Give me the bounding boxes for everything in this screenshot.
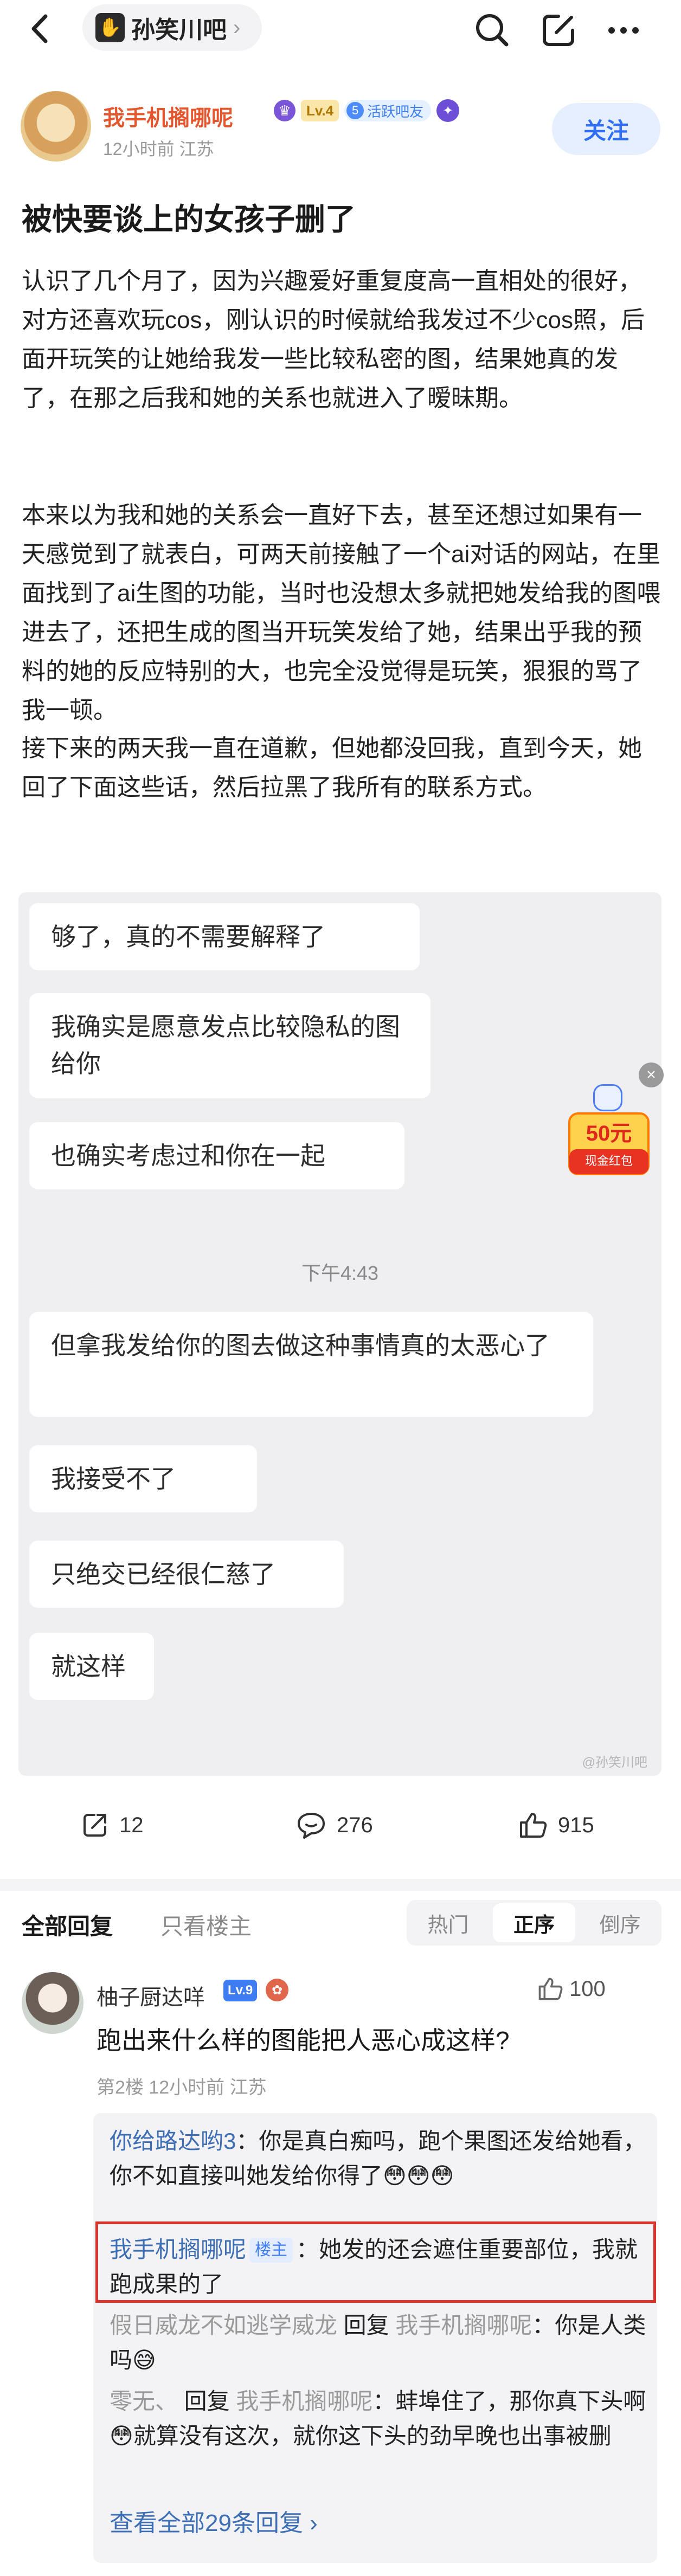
sort-order[interactable]: 正序	[492, 1903, 576, 1942]
red-packet-label: 现金红包	[584, 1154, 633, 1168]
tab-all-replies[interactable]: 全部回复	[22, 1908, 113, 1941]
sort-switcher: 热门 正序 倒序	[407, 1900, 661, 1946]
more-icon	[608, 27, 639, 34]
commenter-name[interactable]: 柚子厨达咩	[97, 1980, 205, 2011]
more-button[interactable]	[602, 9, 645, 52]
share-button[interactable]: 12	[80, 1811, 144, 1840]
reply-username[interactable]: 零无、	[110, 2388, 178, 2414]
thumbs-up-icon	[538, 1978, 563, 2000]
share-count: 12	[119, 1813, 144, 1837]
crown-badge-icon: ♛	[274, 100, 295, 121]
highlight-box	[95, 2221, 656, 2303]
search-button[interactable]	[471, 9, 514, 52]
red-packet-amount: 50元	[586, 1122, 632, 1145]
sort-reverse[interactable]: 倒序	[579, 1900, 661, 1946]
forum-logo-icon: ✋	[95, 13, 125, 42]
comment-icon	[298, 1813, 325, 1839]
sort-hot[interactable]: 热门	[407, 1900, 490, 1946]
chat-bubble: 我确实是愿意发点比较隐私的图给你	[29, 993, 431, 1098]
reply-username[interactable]: 假日威龙不如逃学威龙	[110, 2313, 337, 2338]
share-icon	[83, 1814, 106, 1837]
robot-mascot-icon	[593, 1084, 622, 1111]
back-button[interactable]	[22, 10, 60, 48]
reply-item[interactable]: 零无、 回复 我手机搁哪呢：蚌埠住了，那你真下头啊😳就算没有这次，就你这下头的劲…	[110, 2384, 646, 2453]
edit-icon	[543, 15, 574, 46]
thumbs-up-icon	[520, 1813, 547, 1838]
comment-meta: 第2楼 12小时前 江苏	[97, 2077, 267, 2098]
chat-bubble: 但拿我发给你的图去做这种事情真的太恶心了	[29, 1312, 593, 1417]
author-name[interactable]: 我手机搁哪呢	[103, 100, 233, 132]
like-count: 915	[558, 1813, 594, 1837]
forum-entry[interactable]: ✋ 孙笑川吧 ›	[82, 4, 262, 51]
post-meta: 12小时前 江苏	[103, 139, 214, 159]
watermark-text: @孙笑川吧	[582, 1755, 647, 1770]
active-badge-text: 活跃吧友	[367, 103, 424, 120]
reply-item[interactable]: 你给路达哟3：你是真白痴吗，跑个果图还发给她看，你不如直接叫她发给你得了😳😳😳	[110, 2124, 646, 2193]
chat-timestamp: 下午4:43	[301, 1262, 379, 1284]
post-title: 被快要谈上的女孩子删了	[22, 202, 356, 236]
comment-count: 276	[337, 1813, 373, 1837]
author-badges: ♛ Lv.4 5 活跃吧友 ✦	[274, 99, 460, 122]
forum-name: 孙笑川吧	[131, 17, 227, 43]
active-member-badge: 5 活跃吧友	[344, 100, 432, 121]
chat-screenshot-image[interactable]: 够了，真的不需要解释了 我确实是愿意发点比较隐私的图给你 也确实考虑过和你在一起…	[18, 892, 661, 1776]
chat-bubble: 我接受不了	[29, 1445, 257, 1512]
level-badge: Lv.4	[301, 100, 339, 121]
chat-bubble: 就这样	[29, 1633, 154, 1700]
edit-button[interactable]	[537, 9, 580, 52]
chevron-right-icon: ›	[233, 15, 241, 40]
comment-text: 跑出来什么样的图能把人恶心成这样?	[97, 2026, 510, 2055]
replies-box: 你给路达哟3：你是真白痴吗，跑个果图还发给她看，你不如直接叫她发给你得了😳😳😳 …	[93, 2113, 657, 2563]
reply-word: 回复	[337, 2313, 396, 2338]
search-icon	[476, 14, 509, 47]
comment-like-count: 100	[569, 1976, 606, 2001]
post-paragraph: 接下来的两天我一直在道歉，但她都没回我，直到今天，她回了下面这些话，然后拉黑了我…	[22, 735, 642, 801]
active-level-number: 5	[346, 102, 364, 119]
chevron-left-icon	[31, 14, 48, 43]
comment-button[interactable]: 276	[295, 1811, 373, 1840]
section-divider	[0, 1879, 681, 1891]
post-paragraph: 认识了几个月了，因为兴趣爱好重复度高一直相处的很好，对方还喜欢玩cos，刚认识的…	[22, 268, 645, 411]
reply-word: 回复	[178, 2388, 236, 2414]
like-button[interactable]: 915	[518, 1811, 594, 1840]
commenter-level-badge: Lv.9	[223, 1980, 258, 2001]
medal-icon: ✿	[266, 1979, 288, 2001]
follow-button[interactable]: 关注	[552, 103, 660, 155]
post-paragraph: 本来以为我和她的关系会一直好下去，甚至还想过如果有一天感觉到了就表白，可两天前接…	[22, 502, 661, 724]
medal-icon: ✦	[436, 99, 460, 122]
reply-username[interactable]: 你给路达哟3	[110, 2128, 236, 2154]
chat-bubble: 够了，真的不需要解释了	[29, 903, 420, 970]
author-avatar[interactable]	[21, 91, 91, 162]
chat-bubble: 只绝交已经很仁慈了	[29, 1541, 344, 1608]
reply-item[interactable]: 假日威龙不如逃学威龙 回复 我手机搁哪呢：你是人类吗😅	[110, 2308, 646, 2378]
commenter-avatar[interactable]	[22, 1972, 83, 2034]
reply-target[interactable]: 我手机搁哪呢	[236, 2388, 372, 2414]
view-all-replies-link[interactable]: 查看全部29条回复 ›	[110, 2503, 318, 2538]
chat-bubble: 也确实考虑过和你在一起	[29, 1122, 404, 1189]
tab-op-only[interactable]: 只看楼主	[160, 1908, 252, 1941]
comment-like-button[interactable]: 100	[537, 1976, 606, 2002]
close-ad-button[interactable]: ×	[639, 1062, 664, 1087]
reply-target[interactable]: 我手机搁哪呢	[395, 2313, 532, 2338]
